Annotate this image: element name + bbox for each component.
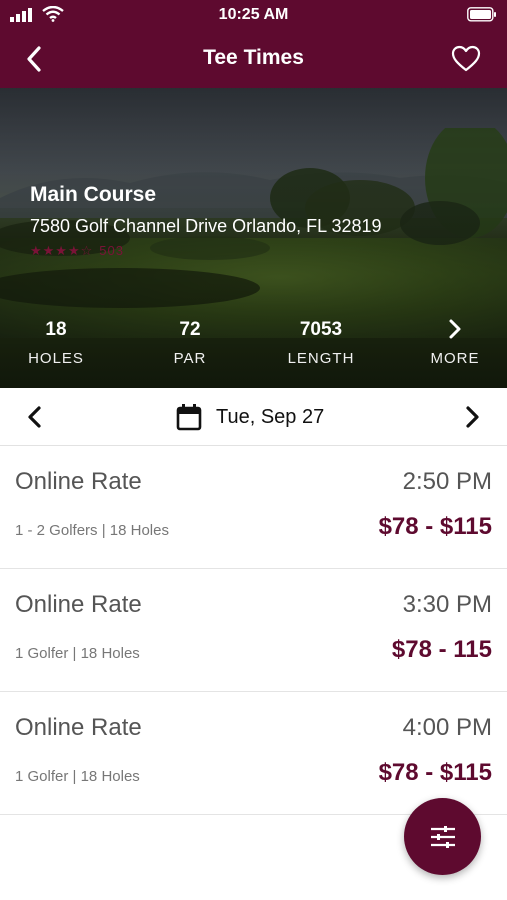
favorite-button[interactable] [451, 44, 481, 74]
rate-title: Online Rate [15, 591, 142, 618]
calendar-icon [176, 404, 202, 431]
rate-title: Online Rate [15, 468, 142, 495]
rating-count: 503 [99, 243, 124, 258]
more-button[interactable]: MORE [400, 318, 507, 367]
course-address: 7580 Golf Channel Drive Orlando, FL 3281… [30, 216, 382, 236]
rate-title: Online Rate [15, 714, 142, 741]
heart-icon [451, 45, 481, 72]
rate-price: $78 - $115 [378, 759, 492, 786]
rate-details: 1 - 2 Golfers | 18 Holes [15, 522, 169, 539]
stat-more-label: MORE [430, 350, 480, 367]
tee-time: 4:00 PM [402, 714, 492, 741]
chevron-right-icon [466, 406, 479, 428]
chevron-right-icon [449, 319, 461, 339]
stat-par: 72 PAR [135, 318, 245, 367]
chevron-left-icon [28, 406, 41, 428]
stat-length-value: 7053 [299, 319, 343, 340]
battery-icon [467, 7, 496, 22]
stat-more-value [400, 318, 507, 342]
stat-holes-label: HOLES [28, 350, 84, 367]
rate-details: 1 Golfer | 18 Holes [15, 645, 140, 662]
course-hero: Main Course 7580 Golf Channel Drive Orla… [0, 88, 507, 388]
rate-price: $78 - 115 [391, 636, 492, 663]
filter-sliders-icon [430, 825, 455, 848]
tee-time-row[interactable]: Online Rate 3:30 PM 1 Golfer | 18 Holes … [0, 569, 507, 692]
rate-price: $78 - $115 [378, 513, 492, 540]
tee-time-row[interactable]: Online Rate 2:50 PM 1 - 2 Golfers | 18 H… [0, 446, 507, 569]
tee-time: 2:50 PM [402, 468, 492, 495]
previous-date-button[interactable] [22, 403, 48, 431]
status-time: 10:25 AM [218, 6, 289, 23]
selected-date: Tue, Sep 27 [216, 405, 325, 428]
date-picker-button[interactable]: Tue, Sep 27 [176, 402, 324, 432]
stat-par-value: 72 [179, 319, 201, 340]
course-name: Main Course [30, 183, 157, 206]
course-rating: ★★★★☆ 503 [30, 243, 124, 259]
course-stats: 18 HOLES 72 PAR 7053 LENGTH MORE [0, 318, 507, 378]
tee-time: 3:30 PM [402, 591, 492, 618]
stat-length: 7053 LENGTH [266, 318, 376, 367]
page-title: Tee Times [203, 46, 304, 69]
top-bar: 10:25 AM Tee Times [0, 0, 507, 88]
stat-length-label: LENGTH [287, 350, 355, 367]
date-selector: Tue, Sep 27 [0, 388, 507, 446]
stat-holes: 18 HOLES [1, 318, 111, 367]
rate-details: 1 Golfer | 18 Holes [15, 768, 140, 785]
nav-bar: Tee Times [0, 30, 507, 88]
status-bar: 10:25 AM [0, 0, 507, 30]
stat-par-label: PAR [173, 350, 207, 367]
stat-holes-value: 18 [45, 319, 67, 340]
tee-time-row[interactable]: Online Rate 4:00 PM 1 Golfer | 18 Holes … [0, 692, 507, 815]
filter-button[interactable] [404, 798, 481, 875]
next-date-button[interactable] [459, 403, 485, 431]
rating-stars: ★★★★☆ [30, 243, 94, 258]
